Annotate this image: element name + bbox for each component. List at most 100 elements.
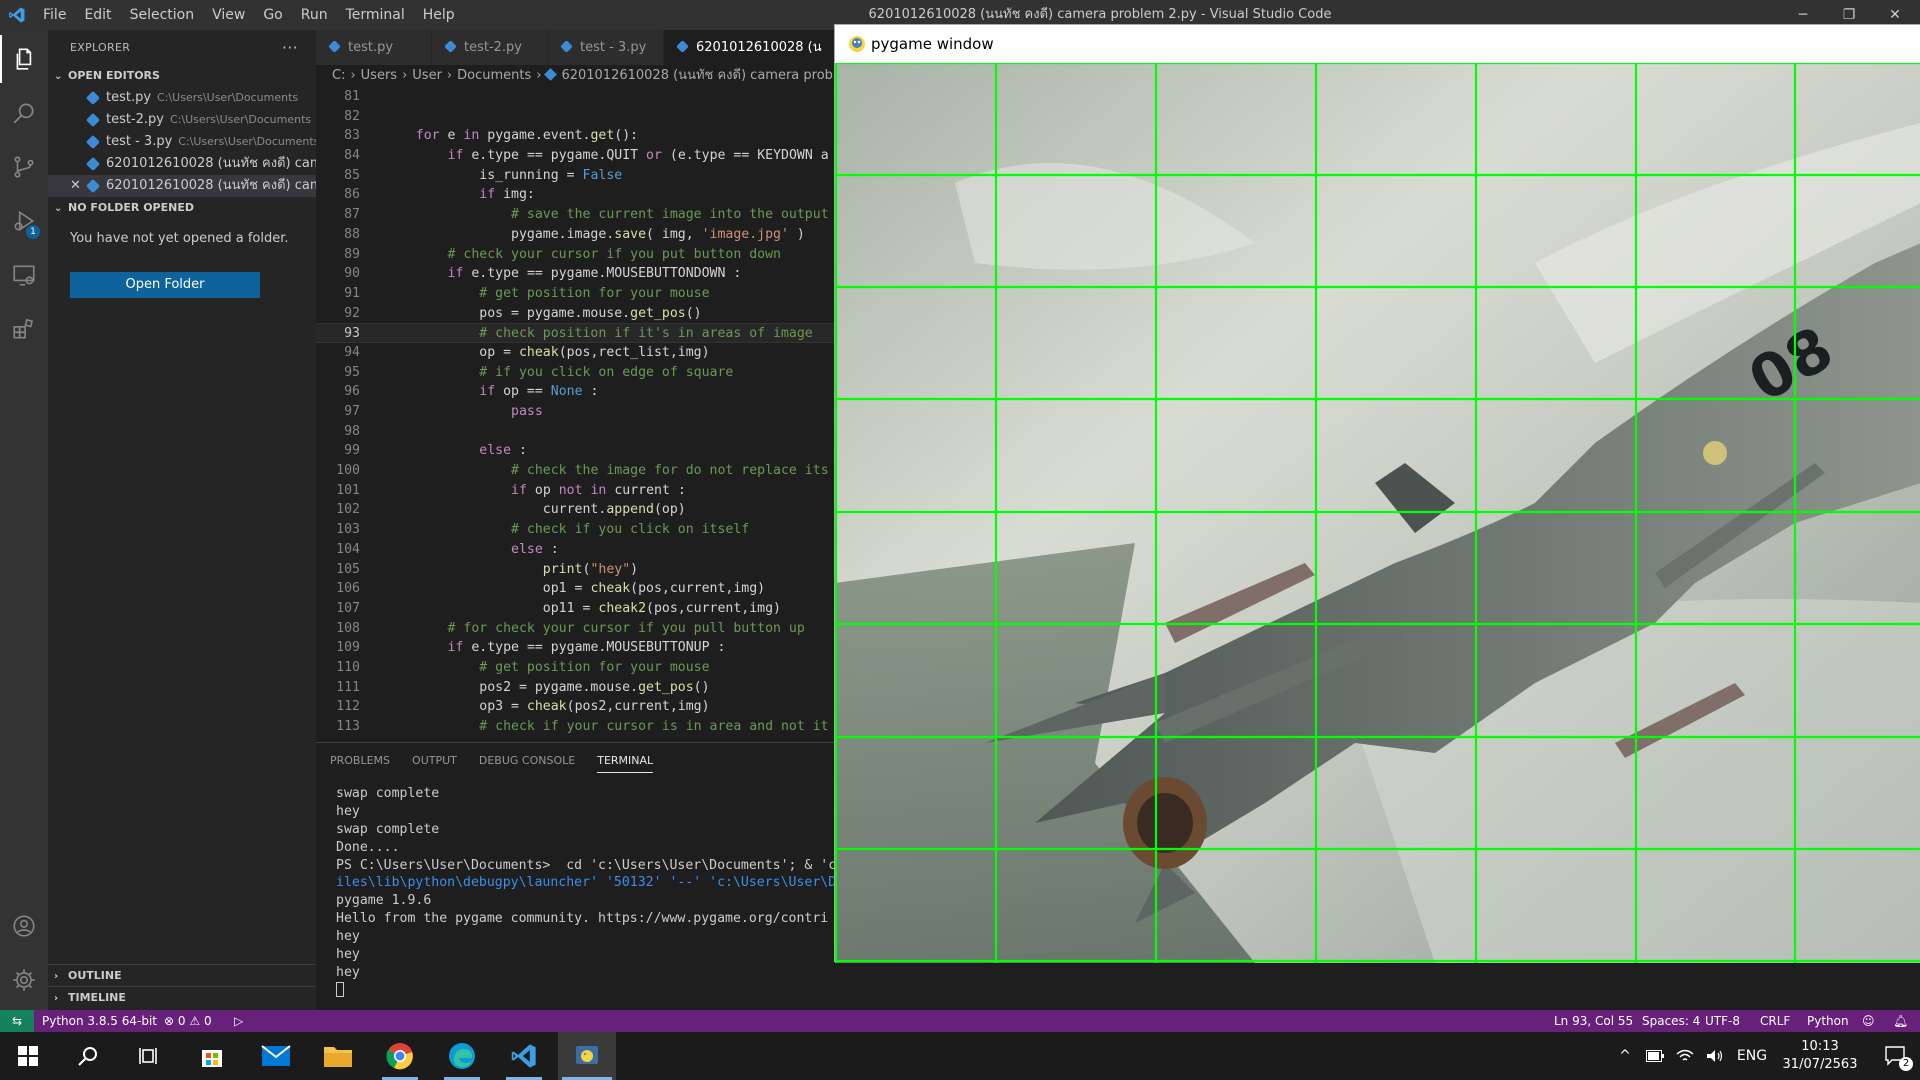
code-line[interactable]: 90 if e.type == pygame.MOUSEBUTTONDOWN : [316, 264, 836, 284]
chrome-icon[interactable] [372, 1032, 428, 1080]
code-line[interactable]: 99 else : [316, 441, 836, 461]
search-icon[interactable] [0, 89, 48, 137]
cursor-position[interactable]: Ln 93, Col 55 [1554, 1010, 1633, 1032]
open-editor-item[interactable]: 6201012610028 (นนทัช คงดี) cam... [48, 153, 316, 175]
code-line[interactable]: 89 # check your cursor if you put button… [316, 245, 836, 265]
code-line[interactable]: 92 pos = pygame.mouse.get_pos() [316, 304, 836, 324]
tab-test-py[interactable]: test.py [316, 30, 432, 65]
chevron-up-icon[interactable]: ^ [1610, 1032, 1640, 1080]
code-line[interactable]: 108 # for check your cursor if you pull … [316, 619, 836, 639]
feedback-icon[interactable]: ☺ [1862, 1010, 1875, 1032]
code-line[interactable]: 103 # check if you click on itself [316, 520, 836, 540]
open-editor-item[interactable]: test.py C:\Users\User\Documents [48, 87, 316, 109]
tab-test-3-py[interactable]: test - 3.py [548, 30, 664, 65]
terminal-cursor[interactable] [336, 982, 836, 1000]
outline-section[interactable]: › OUTLINE [48, 964, 316, 986]
clock[interactable]: 10:13 31/07/2563 [1780, 1032, 1860, 1080]
edge-icon[interactable] [434, 1032, 490, 1080]
code-line[interactable]: 109 if e.type == pygame.MOUSEBUTTONUP : [316, 638, 836, 658]
code-line[interactable]: 82 [316, 107, 836, 127]
code-line[interactable]: 88 pygame.image.save( img, 'image.jpg' ) [316, 225, 836, 245]
open-editor-item[interactable]: test-2.py C:\Users\User\Documents [48, 109, 316, 131]
file-explorer-icon[interactable] [310, 1032, 366, 1080]
language-mode[interactable]: Python [1807, 1010, 1849, 1032]
open-editor-item-active[interactable]: ✕ 6201012610028 (นนทัช คงดี) cam... [48, 175, 316, 197]
code-line[interactable]: 113 # check if your cursor is in area an… [316, 717, 836, 737]
search-icon[interactable] [60, 1032, 116, 1080]
code-line[interactable]: 111 pos2 = pygame.mouse.get_pos() [316, 678, 836, 698]
explorer-icon[interactable] [0, 35, 48, 83]
task-view-icon[interactable] [120, 1032, 176, 1080]
code-line[interactable]: 112 op3 = cheak(pos2,current,img) [316, 697, 836, 717]
open-folder-button[interactable]: Open Folder [70, 272, 260, 298]
action-center-icon[interactable]: 2 [1872, 1032, 1920, 1080]
wifi-icon[interactable] [1670, 1032, 1700, 1080]
code-line[interactable]: 93 # check position if it's in areas of … [316, 323, 836, 343]
terminal[interactable]: swap complete hey swap complete Done.... PS … [316, 779, 836, 1000]
python-taskbar-icon[interactable] [558, 1032, 616, 1080]
accounts-icon[interactable] [0, 902, 48, 950]
settings-gear-icon[interactable] [0, 956, 48, 1004]
problems-indicator[interactable]: ⊗ 0 ⚠ 0 [164, 1010, 212, 1032]
code-line[interactable]: 101 if op not in current : [316, 481, 836, 501]
code-line[interactable]: 83 for e in pygame.event.get(): [316, 126, 836, 146]
more-actions-icon[interactable]: ··· [282, 30, 298, 65]
breadcrumb-item[interactable]: Users [361, 68, 397, 83]
remote-indicator-icon[interactable]: ⇆ [0, 1010, 34, 1032]
indentation[interactable]: Spaces: 4 [1642, 1010, 1700, 1032]
code-line[interactable]: 104 else : [316, 540, 836, 560]
tab-debug-console[interactable]: DEBUG CONSOLE [479, 743, 575, 779]
vscode-taskbar-icon[interactable] [496, 1032, 552, 1080]
end-of-line[interactable]: CRLF [1760, 1010, 1790, 1032]
tab-problems[interactable]: PROBLEMS [330, 743, 390, 779]
code-line[interactable]: 87 # save the current image into the out… [316, 205, 836, 225]
code-line[interactable]: 81 [316, 87, 836, 107]
code-line[interactable]: 110 # get position for your mouse [316, 658, 836, 678]
tab-output[interactable]: OUTPUT [412, 743, 457, 779]
code-line[interactable]: 106 op1 = cheak(pos,current,img) [316, 579, 836, 599]
tab-test-2-py[interactable]: test-2.py [432, 30, 548, 65]
code-line[interactable]: 84 if e.type == pygame.QUIT or (e.type =… [316, 146, 836, 166]
tab-camera-problem[interactable]: 6201012610028 (น [664, 30, 835, 65]
python-interpreter[interactable]: Python 3.8.5 64-bit [42, 1010, 157, 1032]
run-icon[interactable]: ▷ [234, 1010, 243, 1032]
input-language[interactable]: ENG [1732, 1032, 1772, 1080]
open-editors-section[interactable]: ⌄ OPEN EDITORS [48, 65, 316, 87]
no-folder-section[interactable]: ⌄ NO FOLDER OPENED [48, 197, 316, 219]
menu-view[interactable]: View [203, 0, 254, 30]
close-editor-icon[interactable]: ✕ [70, 175, 81, 197]
breadcrumb-item[interactable]: 6201012610028 (นนทัช คงดี) camera proble… [561, 68, 836, 83]
code-line[interactable]: 85 is_running = False [316, 166, 836, 186]
timeline-section[interactable]: › TIMELINE [48, 986, 316, 1008]
encoding[interactable]: UTF-8 [1705, 1010, 1740, 1032]
open-editor-item[interactable]: test - 3.py C:\Users\User\Documents [48, 131, 316, 153]
menu-terminal[interactable]: Terminal [337, 0, 414, 30]
tab-terminal[interactable]: TERMINAL [597, 743, 654, 773]
code-line[interactable]: 105 print("hey") [316, 560, 836, 580]
breadcrumb-item[interactable]: Documents [457, 68, 531, 83]
code-line[interactable]: 96 if op == None : [316, 382, 836, 402]
run-debug-icon[interactable]: 1 [0, 197, 48, 245]
source-control-icon[interactable] [0, 143, 48, 191]
extensions-icon[interactable] [0, 305, 48, 353]
menu-help[interactable]: Help [414, 0, 464, 30]
menu-file[interactable]: File [34, 0, 75, 30]
breadcrumb-item[interactable]: User [412, 68, 442, 83]
code-line[interactable]: 102 current.append(op) [316, 500, 836, 520]
remote-explorer-icon[interactable] [0, 251, 48, 299]
code-line[interactable]: 95 # if you click on edge of square [316, 363, 836, 383]
code-line[interactable]: 97 pass [316, 402, 836, 422]
menu-go[interactable]: Go [254, 0, 291, 30]
battery-icon[interactable] [1640, 1032, 1670, 1080]
store-icon[interactable] [184, 1032, 240, 1080]
code-line[interactable]: 91 # get position for your mouse [316, 284, 836, 304]
breadcrumb-item[interactable]: C: [332, 68, 345, 83]
code-line[interactable]: 100 # check the image for do not replace… [316, 461, 836, 481]
start-windows-icon[interactable] [0, 1032, 56, 1080]
code-line[interactable]: 86 if img: [316, 185, 836, 205]
code-line[interactable]: 98 [316, 422, 836, 442]
notifications-bell-icon[interactable]: 🔔︎ [1893, 1010, 1908, 1032]
pygame-canvas[interactable]: 08 [835, 63, 1920, 963]
code-line[interactable]: 107 op11 = cheak2(pos,current,img) [316, 599, 836, 619]
mail-icon[interactable] [248, 1032, 304, 1080]
